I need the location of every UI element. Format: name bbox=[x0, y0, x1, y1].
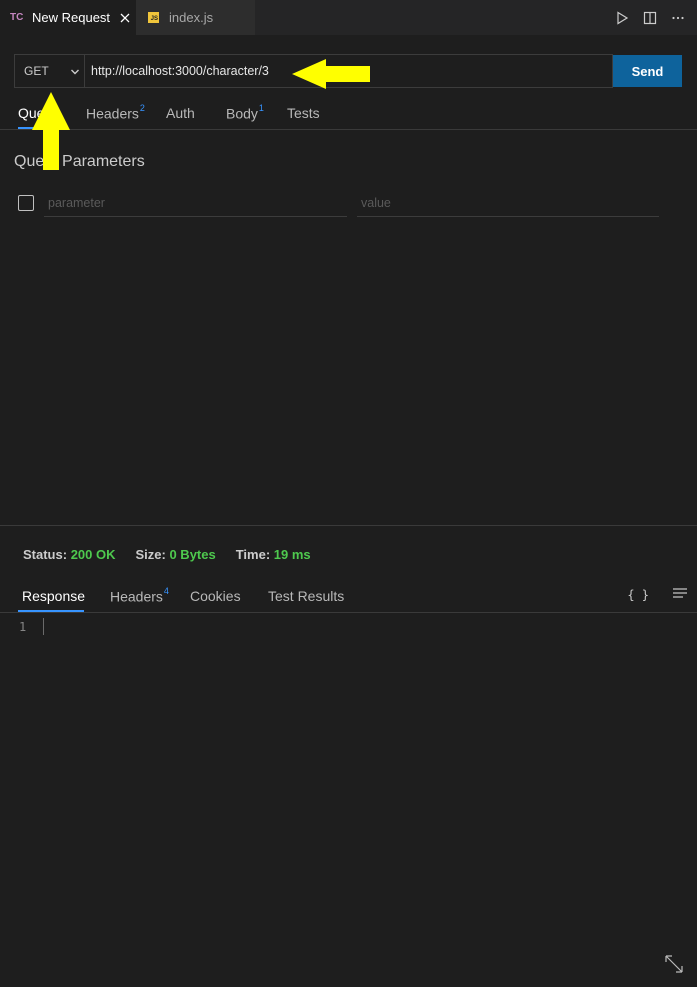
time-label: Time: bbox=[235, 547, 271, 562]
method-value: GET bbox=[24, 64, 49, 78]
tab-test-results[interactable]: Test Results bbox=[268, 588, 344, 604]
tab-cookies[interactable]: Cookies bbox=[190, 588, 241, 604]
tab-response[interactable]: Response bbox=[22, 588, 85, 604]
tab-new-request[interactable]: TC New Request bbox=[0, 0, 136, 35]
size-label: Size: bbox=[135, 547, 166, 562]
request-tabs: Query Headers2 Auth Body1 Tests bbox=[0, 96, 697, 130]
tab-tests[interactable]: Tests bbox=[287, 105, 320, 121]
line-number: 1 bbox=[19, 620, 27, 634]
headers-count-badge: 2 bbox=[139, 103, 145, 113]
parameter-input[interactable]: parameter bbox=[44, 190, 347, 217]
tab-auth[interactable]: Auth bbox=[166, 105, 195, 121]
annotation-arrow-left-icon bbox=[292, 59, 370, 89]
method-select[interactable]: GET bbox=[14, 54, 85, 88]
more-actions-icon[interactable] bbox=[669, 9, 687, 27]
response-headers-count-badge: 4 bbox=[163, 586, 169, 596]
chevron-down-icon bbox=[70, 65, 80, 80]
tab-body[interactable]: Body1 bbox=[226, 103, 264, 122]
time-value: 19 ms bbox=[273, 547, 311, 562]
response-status-bar: Status: 200 OK Size: 0 Bytes Time: 19 ms bbox=[23, 547, 311, 562]
response-actions: { } bbox=[627, 587, 687, 602]
response-tabs: Response Headers4 Cookies Test Results {… bbox=[0, 580, 697, 613]
tab-label: New Request bbox=[32, 10, 111, 25]
thunder-client-icon: TC bbox=[10, 12, 24, 23]
split-editor-icon[interactable] bbox=[641, 9, 659, 27]
param-enable-checkbox[interactable] bbox=[18, 195, 34, 211]
tab-body-label: Body bbox=[226, 105, 258, 122]
tab-headers-label: Headers bbox=[86, 105, 139, 122]
value-input[interactable]: value bbox=[357, 190, 659, 217]
active-response-tab-indicator bbox=[18, 610, 84, 612]
tab-response-headers-label: Headers bbox=[110, 588, 163, 605]
body-count-badge: 1 bbox=[258, 103, 264, 113]
editor-tab-bar: TC New Request JS index.js bbox=[0, 0, 697, 35]
annotation-arrow-up-icon bbox=[32, 92, 70, 170]
format-json-icon[interactable]: { } bbox=[627, 588, 649, 602]
tab-headers[interactable]: Headers2 bbox=[86, 103, 145, 122]
javascript-file-icon: JS bbox=[148, 12, 159, 23]
pane-divider[interactable] bbox=[0, 525, 697, 526]
status-label: Status: bbox=[23, 547, 68, 562]
tab-response-headers[interactable]: Headers4 bbox=[110, 586, 169, 605]
tab-label: index.js bbox=[169, 10, 214, 25]
editor-cursor bbox=[43, 618, 44, 635]
url-value: http://localhost:3000/character/3 bbox=[91, 64, 269, 78]
send-button[interactable]: Send bbox=[613, 55, 682, 87]
expand-icon[interactable] bbox=[664, 954, 684, 977]
menu-icon[interactable] bbox=[673, 587, 687, 602]
size-value: 0 Bytes bbox=[169, 547, 216, 562]
close-icon[interactable] bbox=[118, 11, 132, 25]
tab-index-js[interactable]: JS index.js bbox=[136, 0, 255, 35]
status-value: 200 OK bbox=[70, 547, 116, 562]
editor-actions bbox=[613, 0, 687, 35]
run-icon[interactable] bbox=[613, 9, 631, 27]
